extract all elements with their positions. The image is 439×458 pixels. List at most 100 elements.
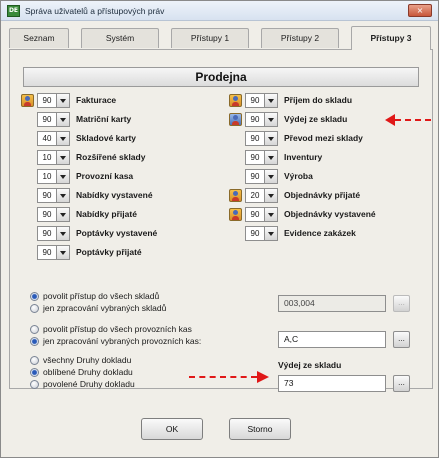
warehouse-access-group: povolit přístup do všech skladů jen zpra… — [29, 291, 166, 315]
radio-button[interactable] — [30, 356, 39, 365]
access-level-value[interactable]: 90 — [37, 226, 57, 241]
warehouses-browse-button[interactable]: ... — [393, 295, 410, 312]
access-level-value[interactable]: 90 — [245, 169, 265, 184]
user-icon — [229, 189, 242, 202]
radio-selected-warehouses[interactable]: jen zpracování vybraných skladů — [29, 303, 166, 315]
permission-label: Evidence zakázek — [284, 228, 356, 238]
radio-button[interactable] — [30, 380, 39, 389]
permission-label: Nabídky vystavené — [76, 190, 153, 200]
chevron-down-icon[interactable] — [265, 112, 278, 127]
permission-label: Nabídky přijaté — [76, 209, 137, 219]
access-level-value[interactable]: 90 — [37, 93, 57, 108]
radio-button[interactable] — [30, 325, 39, 334]
radio-label: oblíbené Druhy dokladu — [43, 367, 133, 377]
close-button[interactable]: × — [408, 4, 432, 17]
access-level-value[interactable]: 40 — [37, 131, 57, 146]
radio-button[interactable] — [30, 368, 39, 377]
access-level-value[interactable]: 10 — [37, 169, 57, 184]
cashdesks-browse-button[interactable]: ... — [393, 331, 410, 348]
highlight-arrow-doc-types — [189, 371, 269, 383]
access-level-value[interactable]: 90 — [245, 207, 265, 222]
chevron-down-icon[interactable] — [57, 207, 70, 222]
radio-label: všechny Druhy dokladu — [43, 355, 132, 365]
radio-selected-cashdesks[interactable]: jen zpracování vybraných provozních kas: — [29, 336, 201, 348]
radio-all-warehouses[interactable]: povolit přístup do všech skladů — [29, 291, 166, 303]
user-icon — [21, 94, 34, 107]
permission-label: Výroba — [284, 171, 313, 181]
radio-button[interactable] — [30, 304, 39, 313]
access-level-value[interactable]: 90 — [37, 245, 57, 260]
radio-favorite-doc-types[interactable]: oblíbené Druhy dokladu — [29, 367, 135, 379]
chevron-down-icon[interactable] — [265, 188, 278, 203]
radio-button[interactable] — [30, 292, 39, 301]
chevron-down-icon[interactable] — [265, 169, 278, 184]
access-level-value[interactable]: 20 — [245, 188, 265, 203]
access-level-value[interactable]: 90 — [245, 112, 265, 127]
chevron-down-icon[interactable] — [57, 150, 70, 165]
chevron-down-icon[interactable] — [57, 226, 70, 241]
chevron-down-icon[interactable] — [57, 188, 70, 203]
section-title: Prodejna — [23, 67, 419, 87]
doc-type-field[interactable]: 73 — [278, 375, 386, 392]
chevron-down-icon[interactable] — [57, 93, 70, 108]
permission-label: Provozní kasa — [76, 171, 134, 181]
radio-all-doc-types[interactable]: všechny Druhy dokladu — [29, 355, 135, 367]
doc-types-group: všechny Druhy dokladu oblíbené Druhy dok… — [29, 355, 135, 391]
chevron-down-icon[interactable] — [57, 245, 70, 260]
highlight-arrow-right — [385, 114, 431, 126]
doc-type-browse-button[interactable]: ... — [393, 375, 410, 392]
user-rights-window: DE Správa uživatelů a přístupových práv … — [0, 0, 439, 458]
tab-pristupy-3[interactable]: Přístupy 3 — [351, 26, 431, 50]
chevron-down-icon[interactable] — [265, 150, 278, 165]
doc-type-field-label: Výdej ze skladu — [278, 360, 342, 370]
chevron-down-icon[interactable] — [265, 93, 278, 108]
access-level-value[interactable]: 90 — [37, 112, 57, 127]
access-level-value[interactable]: 90 — [37, 207, 57, 222]
permission-label: Převod mezi sklady — [284, 133, 363, 143]
user-icon — [229, 208, 242, 221]
permission-label: Výdej ze skladu — [284, 114, 348, 124]
access-level-value[interactable]: 90 — [245, 93, 265, 108]
user-icon — [229, 94, 242, 107]
radio-label: povolit přístup do všech provozních kas — [43, 324, 192, 334]
radio-all-cashdesks[interactable]: povolit přístup do všech provozních kas — [29, 324, 201, 336]
permission-label: Inventury — [284, 152, 323, 162]
tab-seznam[interactable]: Seznam — [9, 28, 69, 48]
chevron-down-icon[interactable] — [265, 226, 278, 241]
permission-label: Skladové karty — [76, 133, 137, 143]
cashdesks-field[interactable]: A,C — [278, 331, 386, 348]
radio-button[interactable] — [30, 337, 39, 346]
app-icon: DE — [7, 5, 20, 17]
tab-bar: Seznam Systém Přístupy 1 Přístupy 2 Přís… — [9, 26, 433, 50]
permission-label: Objednávky přijaté — [284, 190, 361, 200]
ok-button[interactable]: OK — [141, 418, 203, 440]
radio-label: povolit přístup do všech skladů — [43, 291, 160, 301]
chevron-down-icon[interactable] — [265, 131, 278, 146]
permission-label: Poptávky vystavené — [76, 228, 158, 238]
permission-label: Fakturace — [76, 95, 117, 105]
chevron-down-icon[interactable] — [57, 169, 70, 184]
permission-label: Objednávky vystavené — [284, 209, 376, 219]
permission-label: Matriční karty — [76, 114, 132, 124]
access-level-value[interactable]: 10 — [37, 150, 57, 165]
title-bar[interactable]: DE Správa uživatelů a přístupových práv … — [1, 1, 438, 21]
access-level-value[interactable]: 90 — [245, 150, 265, 165]
cancel-button[interactable]: Storno — [229, 418, 291, 440]
radio-label: jen zpracování vybraných provozních kas: — [43, 336, 202, 346]
chevron-down-icon[interactable] — [57, 131, 70, 146]
permission-label: Poptávky přijaté — [76, 247, 142, 257]
permission-label: Rozšířené sklady — [76, 152, 146, 162]
permission-label: Příjem do skladu — [284, 95, 353, 105]
chevron-down-icon[interactable] — [265, 207, 278, 222]
tab-pristupy-2[interactable]: Přístupy 2 — [261, 28, 339, 48]
tab-pristupy-1[interactable]: Přístupy 1 — [171, 28, 249, 48]
warehouses-field[interactable]: 003,004 — [278, 295, 386, 312]
cashdesk-access-group: povolit přístup do všech provozních kas … — [29, 324, 201, 348]
radio-allowed-doc-types[interactable]: povolené Druhy dokladu — [29, 379, 135, 391]
chevron-down-icon[interactable] — [57, 112, 70, 127]
access-level-value[interactable]: 90 — [37, 188, 57, 203]
radio-label: jen zpracování vybraných skladů — [43, 303, 167, 313]
access-level-value[interactable]: 90 — [245, 226, 265, 241]
tab-system[interactable]: Systém — [81, 28, 159, 48]
access-level-value[interactable]: 90 — [245, 131, 265, 146]
